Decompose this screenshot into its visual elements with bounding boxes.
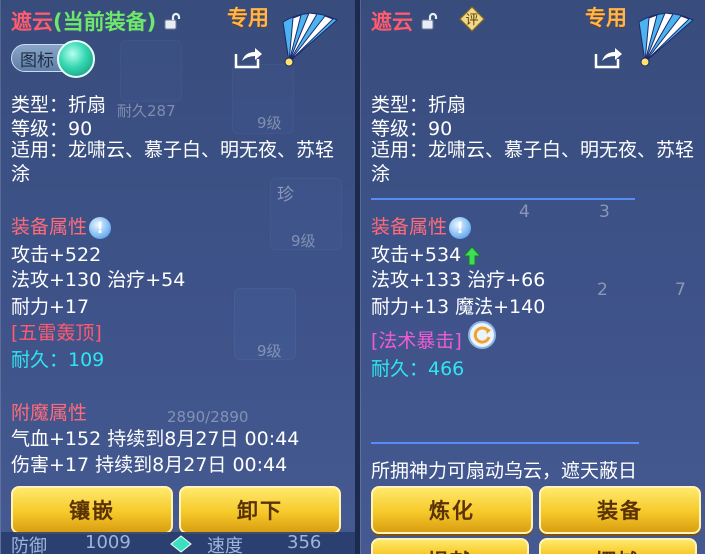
info-icon[interactable]: ! [89,216,112,239]
item-name: 遮云 [371,10,413,34]
icon-badge-label: 图标 [20,50,54,71]
rating-icon-char: 评 [465,13,478,28]
bg-count: 2 [597,280,608,300]
stat-magic-heal: 法攻+133 治疗+66 [371,269,546,291]
equip-attr-section: 装备属性! [11,212,112,239]
bg-durability-hint: 耐久287 [117,102,176,120]
exclusive-tag: 专用 [227,6,269,30]
exclusive-tag: 专用 [585,6,627,30]
unlock-icon[interactable] [162,11,182,31]
share-icon[interactable] [233,44,263,70]
item-applicable: 适用：龙啸云、慕子白、明无夜、苏轻涂 [11,139,335,185]
equip-attr-title: 装备属性 [11,216,88,238]
bg-count: 7 [675,280,686,300]
stat-stamina-mana: 耐力+13 魔法+140 [371,296,546,318]
bg-count: 3 [599,202,610,222]
refine-button[interactable]: 炼化 [371,486,533,534]
equip-button[interactable]: 装备 [539,486,701,534]
stat-magic-heal: 法攻+130 治疗+54 [11,269,186,291]
gem-orb-icon [57,40,95,78]
unlock-icon[interactable] [419,11,439,31]
item-type: 类型：折扇 [371,94,467,116]
item-applicable: 适用：龙啸云、慕子白、明无夜、苏轻涂 [371,139,695,185]
stall-button[interactable]: 摆摊 [539,538,697,554]
skill-name: [法术暴击] [371,330,462,352]
unequip-button-label: 卸下 [237,499,283,523]
speed-label: 速度 [207,536,243,554]
speed-value: 356 [287,532,322,553]
durability: 耐久：109 [11,345,104,372]
skill-name: [五雷轰顶] [11,322,102,344]
refresh-skill-icon[interactable] [467,320,497,350]
item-level: 等级：90 [11,118,93,140]
item-description: 所拥神力可扇动乌云，遮天蔽日 [371,460,638,482]
diamond-icon [170,535,192,553]
durability-value: 耐久：109 [11,349,105,371]
current-equipped-tag: (当前装备) [53,10,157,34]
equip-attr-title: 装备属性 [371,216,448,238]
skill-tag: [五雷轰顶] [11,318,102,345]
item-title-row: 遮云 (当前装备) [11,6,182,36]
durability-value: 耐久：466 [371,358,465,380]
stat-attack: 攻击+534 [371,240,482,267]
item-type: 类型：折扇 [11,94,107,116]
bg-count: 4 [519,202,530,222]
bottom-stats-strip: 防御 1009 速度 356 [1,532,356,554]
up-arrow-icon [463,245,482,265]
bg-level-tag: 9级 [291,232,316,250]
enchant-damage: 伤害+17 持续到8月27日 00:44 [11,454,288,476]
compare-equipment-panel: 4 3 2 7 遮云 评 专用 类型：折扇 等级：90 适用：龙啸云、慕子白、明… [360,0,705,554]
bg-level-tag: 9级 [257,342,282,360]
item-name: 遮云 [11,10,53,34]
unequip-button[interactable]: 卸下 [179,486,341,534]
bg-level-tag: 9级 [257,114,282,132]
inlay-button-label: 镶嵌 [69,499,115,523]
current-equipment-panel: 耐久287 9级 珍 9级 9级 2890/2890 遮云 (当前装备) 专用 … [0,0,357,554]
share-icon[interactable] [593,44,623,70]
equip-button-label: 装备 [597,499,643,523]
refine-button-label: 炼化 [429,499,475,523]
enchant-attr-title: 附魔属性 [11,402,88,424]
stall-button-label: 摆摊 [595,546,641,554]
defense-label: 防御 [11,536,47,554]
folding-fan-icon [638,12,694,67]
rating-icon[interactable]: 评 [459,6,485,32]
separator-line [371,442,639,444]
equip-attr-section: 装备属性! [371,212,472,239]
inlay-button[interactable]: 镶嵌 [11,486,173,534]
info-icon[interactable]: ! [449,216,472,239]
stat-stamina: 耐力+17 [11,296,90,318]
skill-tag: [法术暴击] [371,326,462,353]
item-level: 等级：90 [371,118,453,140]
enchant-attr-section: 附魔属性 [11,398,87,425]
donate-button[interactable]: 捐献 [371,538,529,554]
durability: 耐久：466 [371,354,464,381]
stat-attack-value: 攻击+534 [371,244,462,266]
item-title-row: 遮云 [371,6,439,36]
folding-fan-icon [282,12,338,67]
donate-button-label: 捐献 [427,546,473,554]
separator-line [371,198,635,200]
stat-attack: 攻击+522 [11,244,102,266]
enchant-hp: 气血+152 持续到8月27日 00:44 [11,428,300,450]
defense-value: 1009 [85,532,131,553]
